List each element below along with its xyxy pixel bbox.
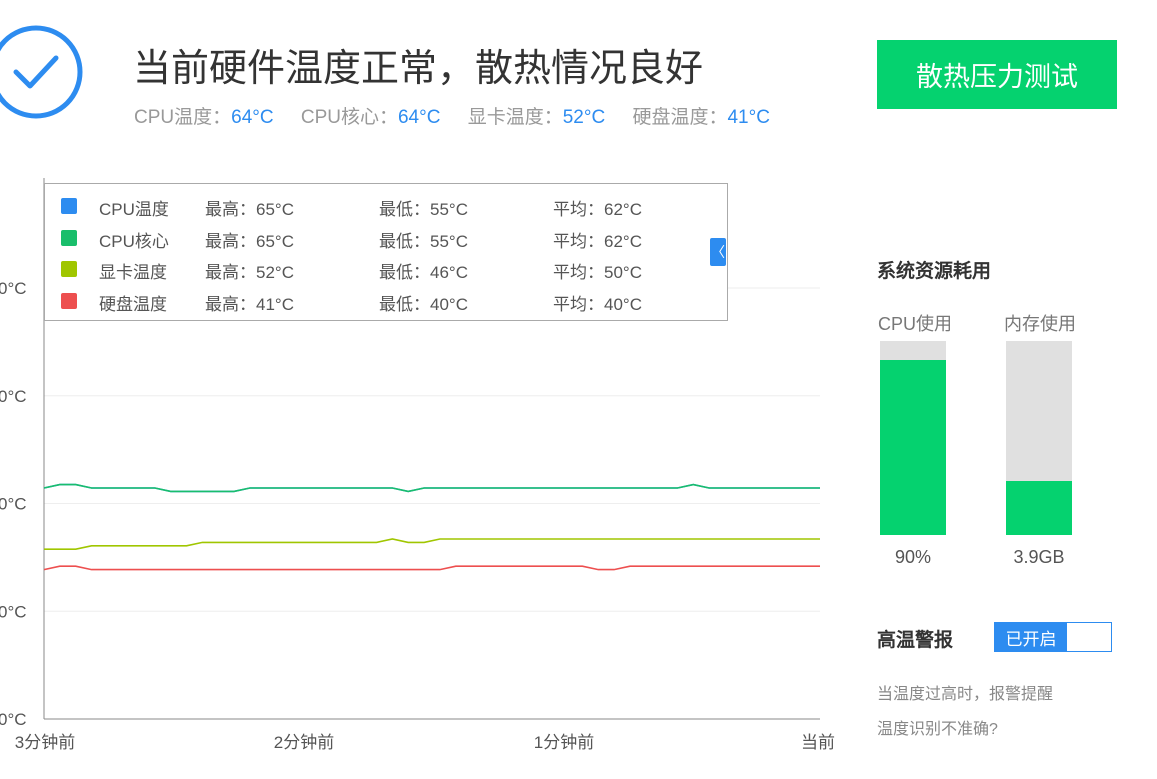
memory-usage-label: 内存使用 <box>1004 314 1076 334</box>
x-tick-label: 2分钟前 <box>274 733 334 752</box>
legend-collapse-button[interactable]: 〈 <box>710 238 726 266</box>
y-tick-label: 0°C <box>0 495 27 514</box>
chart-legend: CPU温度 最高：65°C 最低：55°C 平均：62°C CPU核心 最高：6… <box>44 183 728 321</box>
legend-row-cpu-core: CPU核心 最高：65°C 最低：55°C 平均：62°C <box>45 224 705 252</box>
series-line-3 <box>43 565 820 571</box>
legend-row-cpu-temp: CPU温度 最高：65°C 最低：55°C 平均：62°C <box>45 192 705 220</box>
x-tick-label: 1分钟前 <box>534 733 594 752</box>
stress-test-button[interactable]: 散热压力测试 <box>877 40 1117 109</box>
cpu-usage-fill <box>880 360 946 535</box>
memory-usage-value: 3.9GB <box>1013 547 1065 567</box>
legend-swatch <box>61 230 77 246</box>
check-circle-icon <box>0 25 83 119</box>
legend-swatch <box>61 293 77 309</box>
stat-gpu-temp: 显卡温度：52°C <box>467 107 606 128</box>
cpu-usage-bar <box>880 341 946 535</box>
alert-title: 高温警报 <box>877 630 954 651</box>
stat-cpu-temp: CPU温度：64°C <box>134 107 274 128</box>
status-title: 当前硬件温度正常，散热情况良好 <box>133 48 704 90</box>
stat-cpu-core: CPU核心：64°C <box>300 107 441 128</box>
temperature-summary: CPU温度：64°C CPU核心：64°C 显卡温度：52°C 硬盘温度：41°… <box>134 102 792 129</box>
series-line-2 <box>44 538 820 551</box>
alert-toggle-on-label: 已开启 <box>995 623 1067 651</box>
cpu-usage-label: CPU使用 <box>878 314 953 334</box>
stat-disk-temp: 硬盘温度：41°C <box>632 107 770 128</box>
memory-usage-fill <box>1006 480 1072 535</box>
legend-swatch <box>61 261 77 277</box>
series-line-1 <box>43 483 820 493</box>
alert-hint: 当温度过高时，报警提醒 <box>877 686 1054 703</box>
x-tick-label: 当前 <box>801 733 835 752</box>
memory-usage-bar <box>1006 341 1072 535</box>
resources-title: 系统资源耗用 <box>877 261 992 282</box>
x-tick-label: 3分钟前 <box>15 733 75 752</box>
cpu-usage-value: 90% <box>894 547 932 567</box>
legend-swatch <box>61 198 77 214</box>
y-tick-label: 0°C <box>0 602 27 621</box>
y-tick-label: 0°C <box>0 710 27 729</box>
legend-row-disk-temp: 硬盘温度 最高：41°C 最低：40°C 平均：40°C <box>45 287 705 315</box>
legend-row-gpu-temp: 显卡温度 最高：52°C 最低：46°C 平均：50°C <box>45 255 705 283</box>
y-tick-label: 0°C <box>0 279 27 298</box>
alert-toggle[interactable]: 已开启 <box>994 622 1112 652</box>
y-tick-label: 0°C <box>0 387 27 406</box>
inaccurate-temp-link[interactable]: 温度识别不准确? <box>877 715 998 739</box>
